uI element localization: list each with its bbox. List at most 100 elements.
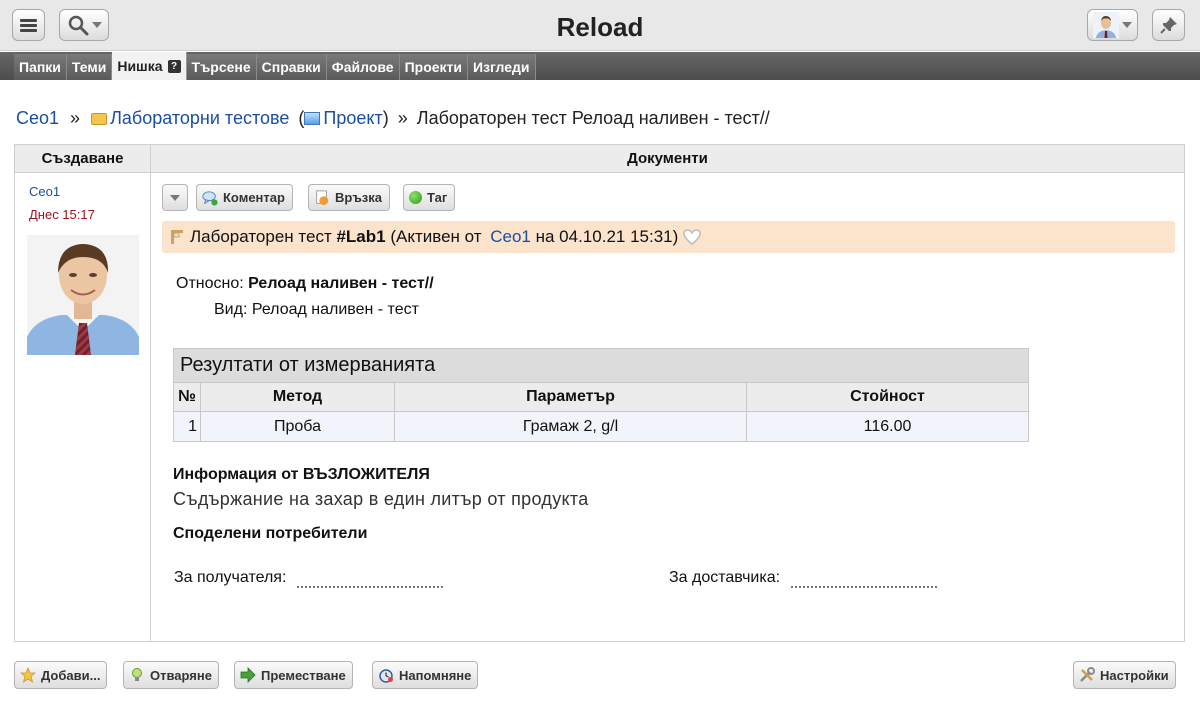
tag-button[interactable]: Таг — [403, 184, 456, 211]
arrow-right-icon — [240, 667, 256, 683]
tab-reports[interactable]: Справки — [256, 54, 327, 80]
move-label: Преместване — [261, 667, 346, 683]
link-button[interactable]: Връзка — [308, 184, 391, 211]
app-header: Reload — [0, 0, 1200, 51]
tab-label: Нишка — [117, 58, 163, 74]
measurements-caption: Резултати от измерванията — [173, 348, 1029, 383]
document-type: Лабораторен тест — [190, 227, 337, 246]
comment-label: Коментар — [223, 190, 285, 205]
add-label: Добави... — [41, 667, 101, 683]
breadcrumb-separator: » — [397, 108, 408, 128]
add-button[interactable]: Добави... — [14, 661, 108, 689]
move-button[interactable]: Преместване — [234, 661, 353, 689]
main-tabs: Папки Теми Нишка? Търсене Справки Файлов… — [0, 52, 1200, 80]
comment-button[interactable]: Коментар — [196, 184, 293, 211]
breadcrumb: Ceo1 » Лабораторни тестове (Проект) » Ла… — [16, 108, 770, 129]
tab-search[interactable]: Търсене — [186, 54, 257, 80]
tab-files[interactable]: Файлове — [326, 54, 400, 80]
project-icon — [304, 112, 321, 125]
breadcrumb-project-link[interactable]: Проект — [323, 108, 382, 128]
tab-folders[interactable]: Папки — [14, 54, 67, 80]
table-header: Стойност — [746, 382, 1029, 412]
settings-button[interactable]: Настройки — [1073, 661, 1176, 689]
tab-label: Търсене — [191, 59, 251, 75]
breadcrumb-folder-link[interactable]: Лабораторни тестове — [110, 108, 289, 128]
table-row: 1 Проба Грамаж 2, g/l 116.00 — [173, 411, 1029, 442]
lightbulb-icon — [132, 668, 142, 681]
avatar[interactable] — [27, 235, 139, 355]
document-status: (Активен от — [385, 227, 487, 246]
comment-icon — [202, 190, 218, 206]
tab-topics[interactable]: Теми — [66, 54, 113, 80]
recipient-label: За получателя: — [174, 569, 287, 586]
tab-projects[interactable]: Проекти — [399, 54, 469, 80]
star-icon — [20, 667, 36, 683]
green-dot-icon — [409, 191, 422, 204]
tab-thread[interactable]: Нишка? — [112, 52, 187, 80]
settings-label: Настройки — [1100, 667, 1169, 683]
tab-label: Изгледи — [473, 59, 530, 75]
link-label: Връзка — [335, 190, 383, 205]
table-cell: Проба — [200, 411, 395, 442]
breadcrumb-root-link[interactable]: Ceo1 — [16, 108, 59, 128]
user-photo-icon — [27, 235, 139, 355]
table-cell: 116.00 — [746, 411, 1029, 442]
menu-icon — [20, 17, 37, 34]
client-info-title: Информация от ВЪЗЛОЖИТЕЛЯ — [173, 466, 430, 483]
author-timestamp: Днес 15:17 — [29, 207, 95, 222]
search-menu-button[interactable] — [59, 9, 109, 41]
avatar — [1093, 12, 1119, 38]
column-header-documents: Документи — [151, 145, 1184, 173]
about-label: Относно: — [176, 275, 244, 292]
folder-icon — [91, 113, 108, 125]
profile-menu-button[interactable] — [1087, 9, 1138, 41]
open-button[interactable]: Отваряне — [123, 661, 219, 689]
about-row: Относно: Релоад наливен - тест// — [176, 275, 434, 293]
search-icon — [68, 15, 88, 36]
document-author-link[interactable]: Ceo1 — [490, 227, 531, 247]
chevron-down-icon — [91, 22, 102, 28]
table-cell: 1 — [173, 411, 201, 442]
table-header: Метод — [200, 382, 395, 412]
heart-icon[interactable] — [682, 228, 702, 246]
table-header: № — [173, 382, 201, 412]
breadcrumb-separator: » — [70, 108, 81, 128]
pin-button[interactable] — [1152, 9, 1185, 41]
link-icon — [316, 189, 329, 205]
reminder-button[interactable]: Напомняне — [372, 661, 479, 689]
about-value: Релоад наливен - тест// — [248, 275, 434, 292]
table-cell: Грамаж 2, g/l — [394, 411, 747, 442]
kind-row: Вид: Релоад наливен - тест — [214, 301, 419, 319]
breadcrumb-current: Лабораторен тест Релоад наливен - тест// — [416, 108, 770, 128]
author-link[interactable]: Ceo1 — [29, 184, 60, 199]
tab-label: Файлове — [331, 59, 394, 75]
alarm-clock-icon — [379, 669, 393, 683]
tab-label: Папки — [19, 59, 61, 75]
kind-label: Вид: — [214, 301, 248, 318]
supplier-label: За доставчика: — [669, 569, 781, 586]
lab-test-icon — [171, 230, 183, 244]
signature-line — [296, 586, 443, 588]
document-title-bar: Лабораторен тест #Lab1 (Активен от Ceo1 … — [162, 221, 1175, 253]
measurements-table: Резултати от измерванията № Метод Параме… — [173, 348, 1029, 442]
tab-label: Справки — [261, 59, 321, 75]
supplier-signature: За доставчика: — [669, 569, 937, 588]
table-header: Параметър — [394, 382, 747, 412]
recipient-signature: За получателя: — [174, 569, 443, 588]
pin-icon — [1159, 17, 1177, 34]
breadcrumb-paren-close: ) — [382, 108, 389, 128]
kind-value: Релоад наливен - тест — [251, 301, 419, 318]
tab-label: Проекти — [404, 59, 463, 75]
menu-button[interactable] — [12, 9, 45, 41]
open-label: Отваряне — [150, 667, 212, 683]
tab-views[interactable]: Изгледи — [468, 54, 536, 80]
chevron-down-icon — [1122, 22, 1132, 28]
document-menu-button[interactable] — [162, 184, 188, 211]
signature-line — [790, 586, 937, 588]
tag-label: Таг — [427, 190, 448, 205]
chevron-down-icon — [170, 194, 180, 201]
tab-label: Теми — [71, 59, 107, 75]
help-icon[interactable]: ? — [167, 59, 181, 73]
shared-users-title: Споделени потребители — [173, 525, 368, 542]
app-title: Reload — [556, 12, 644, 42]
